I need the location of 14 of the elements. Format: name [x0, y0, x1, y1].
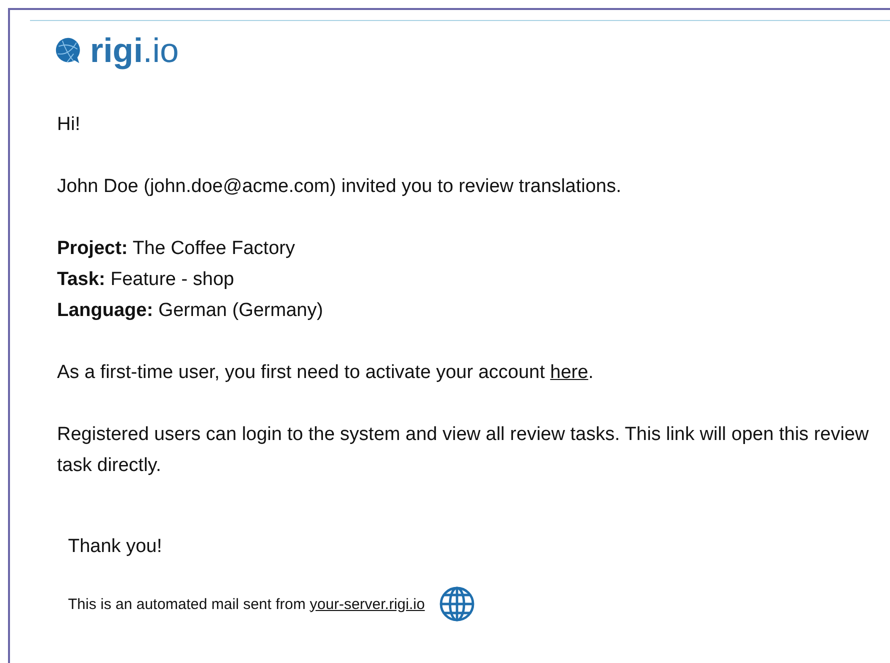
logo-text: rigi.io	[90, 31, 179, 71]
footer-text: This is an automated mail sent from your-server.rigi.io	[68, 596, 425, 612]
here-link[interactable]: here	[550, 362, 588, 383]
globe-chat-icon	[54, 37, 82, 65]
intro-text: John Doe (john.doe@acme.com) invited you to review translations.	[57, 175, 622, 199]
closing-text: Thank you!	[68, 535, 163, 559]
detail-line: Language: German (Germany)	[57, 299, 324, 323]
registered-note: Registered users can login to the system and view all review tasks. This link will open this review task directly.	[57, 423, 870, 478]
detail-line: Task: Feature - shop	[57, 268, 236, 292]
greeting-text: Hi!	[57, 113, 82, 137]
globe-icon	[438, 586, 475, 622]
server-link[interactable]: your-server.rigi.io	[310, 596, 425, 612]
activation-text: As a first-time user, you first need to activate your account here.	[57, 361, 594, 385]
detail-line: Project: The Coffee Factory	[57, 237, 296, 261]
